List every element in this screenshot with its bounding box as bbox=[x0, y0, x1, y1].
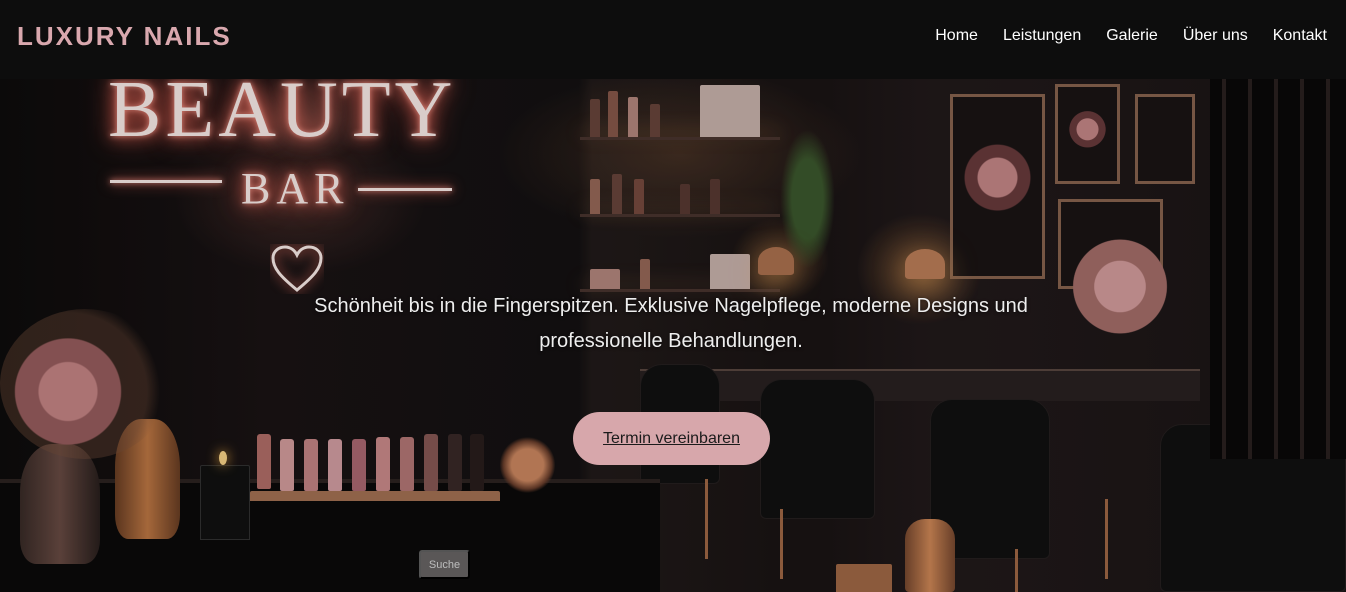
search-button[interactable]: Suche bbox=[419, 550, 470, 579]
nav-item-home[interactable]: Home bbox=[935, 27, 978, 45]
nav-item-galerie[interactable]: Galerie bbox=[1106, 27, 1158, 45]
book-appointment-button[interactable]: Termin vereinbaren bbox=[573, 412, 770, 465]
nav-item-leistungen[interactable]: Leistungen bbox=[1003, 27, 1081, 45]
hero-tagline: Schönheit bis in die Fingerspitzen. Exkl… bbox=[314, 295, 1028, 352]
site-header: LUXURY NAILS Home Leistungen Galerie Übe… bbox=[0, 0, 1346, 79]
hero-section: BEAUTY BAR Schönheit bis in die Fingersp… bbox=[0, 79, 1346, 592]
nav-item-kontakt[interactable]: Kontakt bbox=[1273, 27, 1327, 45]
main-nav: Home Leistungen Galerie Über uns Kontakt bbox=[935, 27, 1327, 45]
nav-item-ueber-uns[interactable]: Über uns bbox=[1183, 27, 1248, 45]
brand-logo[interactable]: LUXURY NAILS bbox=[17, 21, 232, 52]
